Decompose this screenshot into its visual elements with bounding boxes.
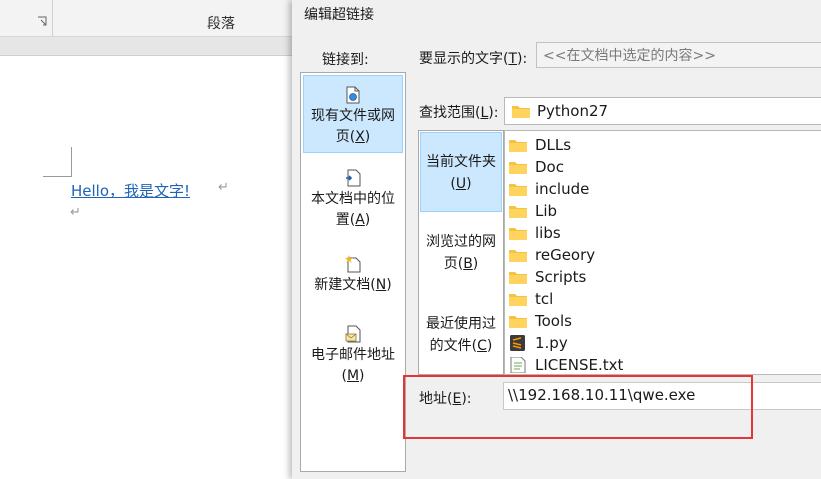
link-to-label-line2-end: ) bbox=[364, 212, 371, 228]
label-text-end: ): bbox=[488, 105, 499, 121]
label-text: 要显示的文字( bbox=[419, 51, 509, 67]
paragraph-mark: ↵ bbox=[70, 205, 81, 220]
browse-label-line2-end: ) bbox=[466, 176, 472, 192]
access-key: A bbox=[355, 212, 365, 228]
edit-hyperlink-dialog: 编辑超链接 链接到: 现有文件或网 页(X) 本文档中的位 置(A) 新建文档(… bbox=[292, 0, 821, 479]
folder-icon bbox=[509, 162, 527, 174]
browse-label-line1: 浏览过的网 bbox=[426, 234, 496, 250]
dialog-launcher-icon[interactable] bbox=[37, 16, 47, 26]
ruler bbox=[0, 37, 296, 56]
link-to-place-in-document-button[interactable]: 本文档中的位 置(A) bbox=[303, 159, 403, 229]
file-name: reGeory bbox=[535, 246, 596, 264]
browsed-pages-button[interactable]: 浏览过的网 页(B) bbox=[420, 231, 502, 279]
browse-label-line2: 的文件( bbox=[429, 338, 478, 354]
access-key: B bbox=[463, 256, 473, 272]
dialog-title: 编辑超链接 bbox=[304, 7, 374, 23]
browse-label-line2-end: ) bbox=[486, 338, 493, 354]
folder-icon bbox=[509, 272, 527, 284]
file-list-item[interactable]: libs bbox=[509, 222, 561, 244]
access-key: C bbox=[477, 338, 487, 354]
new-document-icon bbox=[345, 255, 361, 273]
file-name: Scripts bbox=[535, 268, 587, 286]
existing-file-web-page-icon bbox=[346, 86, 360, 104]
folder-icon bbox=[509, 316, 527, 328]
place-in-document-icon bbox=[346, 169, 361, 187]
link-to-label-line1: 现有文件或网 bbox=[311, 108, 395, 124]
browse-panel: 当前文件夹 (U) 浏览过的网 页(B) 最近使用过 的文件(C) bbox=[418, 130, 504, 375]
link-to-label-line1: 电子邮件地址 bbox=[311, 347, 395, 363]
access-key: N bbox=[375, 277, 387, 293]
file-name: tcl bbox=[535, 290, 554, 308]
file-name: include bbox=[535, 180, 590, 198]
file-name: Tools bbox=[535, 312, 572, 330]
look-in-label: 查找范围(L): bbox=[419, 102, 498, 122]
folder-icon bbox=[509, 184, 527, 196]
file-name: 1.py bbox=[535, 334, 568, 352]
browse-label-line2-end: ) bbox=[472, 256, 479, 272]
link-to-email-address-button[interactable]: 电子邮件地址 (M) bbox=[303, 315, 403, 385]
folder-icon bbox=[509, 140, 527, 152]
label-text: 查找范围( bbox=[419, 105, 481, 121]
link-to-label-line2: 页( bbox=[335, 129, 356, 145]
file-name: libs bbox=[535, 224, 561, 242]
access-key: X bbox=[355, 129, 365, 145]
file-list-item[interactable]: Scripts bbox=[509, 266, 586, 288]
file-list-item[interactable]: Lib bbox=[509, 200, 557, 222]
ribbon-group-label: 段落 bbox=[207, 16, 235, 32]
link-to-label-line2: 置( bbox=[335, 212, 356, 228]
file-list[interactable]: DLLs Doc include Lib libs reGeory Script… bbox=[504, 130, 821, 375]
link-to-label-line2-end: ) bbox=[386, 277, 392, 293]
look-in-dropdown[interactable]: Python27 bbox=[504, 97, 821, 125]
access-key: T bbox=[508, 51, 518, 67]
file-list-item[interactable]: 1.py bbox=[509, 332, 568, 354]
link-to-new-document-button[interactable]: 新建文档(N) bbox=[303, 245, 403, 297]
margin-marker-horizontal bbox=[43, 176, 72, 177]
text-file-icon bbox=[510, 357, 526, 373]
sublime-file-icon bbox=[510, 335, 525, 351]
file-list-item[interactable]: Doc bbox=[509, 156, 564, 178]
link-to-label-line1: 新建文档( bbox=[314, 277, 376, 293]
link-to-label-line2-end: ) bbox=[364, 129, 371, 145]
link-to-label-line1: 本文档中的位 bbox=[311, 191, 395, 207]
look-in-value: Python27 bbox=[537, 102, 609, 120]
email-address-icon bbox=[345, 325, 361, 343]
word-ribbon: 段落 bbox=[0, 0, 296, 37]
browse-label-line1: 当前文件夹 bbox=[426, 154, 496, 170]
file-name: DLLs bbox=[535, 136, 572, 154]
link-to-label: 链接到: bbox=[322, 52, 369, 68]
folder-icon bbox=[509, 250, 527, 262]
file-name: Doc bbox=[535, 158, 564, 176]
hyperlink-text[interactable]: Hello，我是文字! bbox=[71, 180, 190, 201]
display-text-input[interactable]: <<在文档中选定的内容>> bbox=[536, 42, 821, 68]
folder-icon bbox=[512, 106, 530, 118]
link-to-existing-file-button[interactable]: 现有文件或网 页(X) bbox=[303, 75, 403, 153]
file-list-item[interactable]: include bbox=[509, 178, 589, 200]
display-text-label: 要显示的文字(T): bbox=[419, 48, 527, 68]
margin-marker-vertical bbox=[71, 147, 72, 176]
file-list-item[interactable]: LICENSE.txt bbox=[509, 354, 624, 374]
folder-icon bbox=[509, 228, 527, 240]
file-name: Lib bbox=[535, 202, 558, 220]
document-page bbox=[0, 56, 296, 479]
folder-icon bbox=[509, 294, 527, 306]
recent-files-button[interactable]: 最近使用过 的文件(C) bbox=[420, 313, 502, 361]
label-text-end: ): bbox=[517, 51, 528, 67]
browse-label-line1: 最近使用过 bbox=[426, 316, 496, 332]
file-list-item[interactable]: tcl bbox=[509, 288, 553, 310]
link-to-panel: 现有文件或网 页(X) 本文档中的位 置(A) 新建文档(N) 电子邮件地址 (… bbox=[300, 72, 406, 472]
file-name: LICENSE.txt bbox=[535, 356, 624, 374]
red-highlight-annotation bbox=[403, 375, 753, 439]
browse-label-line2: 页( bbox=[443, 256, 464, 272]
file-list-item[interactable]: DLLs bbox=[509, 134, 571, 156]
folder-icon bbox=[509, 206, 527, 218]
paragraph-mark: ↵ bbox=[218, 180, 229, 195]
access-key: U bbox=[455, 176, 467, 192]
display-text-value: <<在文档中选定的内容>> bbox=[543, 48, 716, 64]
file-list-item[interactable]: reGeory bbox=[509, 244, 595, 266]
file-list-item[interactable]: Tools bbox=[509, 310, 572, 332]
ribbon-separator bbox=[52, 0, 53, 36]
link-to-label-line2-end: ) bbox=[359, 368, 365, 384]
access-key: M bbox=[346, 368, 360, 384]
current-folder-button[interactable]: 当前文件夹 (U) bbox=[420, 132, 502, 212]
